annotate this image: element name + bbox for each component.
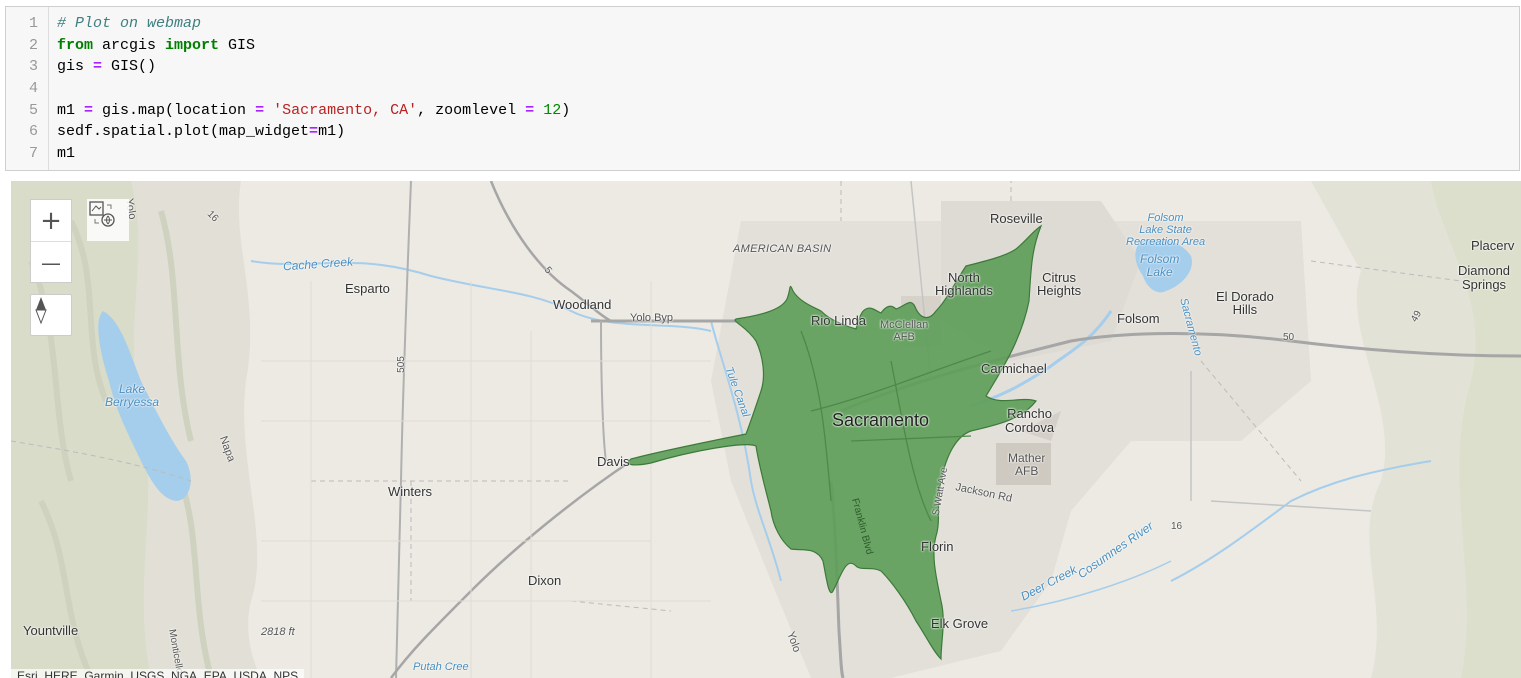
code-token: sedf.spatial.plot(map_widget (57, 123, 310, 141)
line-number: 6 (28, 123, 38, 140)
basemap-toggle-button[interactable] (87, 199, 129, 241)
map-label-sacramento: Sacramento (832, 410, 930, 430)
map-label-north-highlands: North Highlands (935, 270, 993, 298)
code-line[interactable]: sedf.spatial.plot(map_widget=m1) (57, 121, 570, 143)
line-number: 7 (28, 145, 38, 162)
map-label-putah-creek: Putah Cree (413, 661, 469, 673)
line-number-gutter: 1 2 3 4 5 6 7 (6, 7, 49, 170)
code-line[interactable]: gis = GIS() (57, 56, 570, 78)
map-label-roseville: Roseville (990, 211, 1043, 226)
map-label-rio-linda: Rio Linda (811, 313, 866, 328)
code-token: , zoomlevel (417, 101, 526, 119)
line-number: 5 (28, 102, 38, 119)
code-token: arcgis (93, 36, 166, 54)
map-label-carmichael: Carmichael (981, 361, 1047, 376)
map-label-winters: Winters (388, 484, 433, 499)
compass-icon (35, 297, 47, 325)
code-line[interactable] (57, 78, 570, 100)
highway-shield-16: 16 (1171, 521, 1183, 532)
basemap-toggle-icon (89, 201, 115, 227)
map-widget[interactable]: Roseville Folsom Lake State Recreation A… (11, 181, 1521, 678)
map-label-yountville: Yountville (23, 623, 79, 638)
map-label-florin: Florin (921, 539, 954, 554)
code-token: m1 (57, 145, 76, 163)
map-label-elevation: 2818 ft (261, 626, 295, 638)
line-number: 4 (28, 80, 38, 97)
compass-button[interactable] (30, 294, 72, 336)
code-line[interactable]: # Plot on webmap (57, 13, 570, 35)
highway-shield-505: 505 (395, 356, 407, 373)
line-number: 3 (28, 58, 38, 75)
map-label-dixon: Dixon (528, 573, 562, 588)
map-label-mather-afb: Mather AFB (1008, 451, 1046, 478)
map-label-el-dorado-hills: El Dorado Hills (1216, 289, 1274, 317)
map-label-folsom-lake: Folsom Lake (1140, 252, 1180, 279)
map-label-elk-grove: Elk Grove (931, 616, 989, 631)
line-number: 1 (28, 15, 38, 32)
map-label-mcclellan-afb: McClellan AFB (880, 319, 929, 343)
map-label-diamond-springs: Diamond Springs (1458, 263, 1511, 292)
code-line[interactable]: from arcgis import GIS (57, 35, 570, 57)
code-token: = (84, 101, 94, 119)
code-token: m1) (318, 123, 346, 141)
code-token: import (165, 36, 220, 54)
map-label-esparto: Esparto (345, 281, 390, 296)
code-token: m1 (57, 101, 85, 119)
highway-shield-50: 50 (1283, 332, 1295, 343)
map-label-folsom: Folsom (1117, 311, 1160, 326)
code-token: = (93, 58, 103, 76)
code-token: = (255, 101, 265, 119)
zoom-control: + — (30, 199, 72, 283)
code-token: GIS (219, 36, 256, 54)
map-label-davis: Davis (597, 454, 630, 469)
code-token: # Plot on webmap (57, 15, 202, 32)
map-label-folsom-lake-sra: Folsom Lake State Recreation Area (1126, 212, 1206, 248)
line-number: 2 (28, 37, 38, 54)
code-token: GIS() (102, 58, 157, 76)
map-label-rancho-cordova: Rancho Cordova (1005, 406, 1055, 435)
code-token: from (57, 36, 94, 54)
code-token: gis (57, 58, 94, 76)
code-token: ) (561, 101, 571, 119)
map-attribution: Esri, HERE, Garmin, USGS, NGA, EPA, USDA… (11, 669, 305, 678)
zoom-in-button[interactable]: + (31, 200, 71, 241)
map-label-yolo-byp: Yolo Byp (630, 312, 674, 324)
code-token: 'Sacramento, CA' (273, 101, 418, 119)
zoom-out-button[interactable]: — (31, 241, 71, 283)
code-token: 12 (543, 101, 562, 119)
code-line[interactable]: m1 = gis.map(location = 'Sacramento, CA'… (57, 100, 570, 122)
map-label-woodland: Woodland (553, 297, 612, 312)
code-editor[interactable]: # Plot on webmap from arcgis import GIS gi… (57, 13, 570, 165)
code-cell[interactable]: 1 2 3 4 5 6 7 # Plot on webmap from arcgi… (5, 6, 1520, 171)
code-token: = (525, 101, 535, 119)
map-label-placerville: Placerv (1471, 238, 1515, 253)
map-label-lake-berryessa: Lake Berryessa (105, 382, 160, 409)
code-token: gis.map(location (93, 101, 256, 119)
map-label-citrus-heights: Citrus Heights (1037, 270, 1082, 298)
code-line[interactable]: m1 (57, 143, 570, 165)
map-label-american-basin: AMERICAN BASIN (733, 243, 832, 255)
code-token: = (309, 123, 319, 141)
basemap (11, 181, 1521, 678)
